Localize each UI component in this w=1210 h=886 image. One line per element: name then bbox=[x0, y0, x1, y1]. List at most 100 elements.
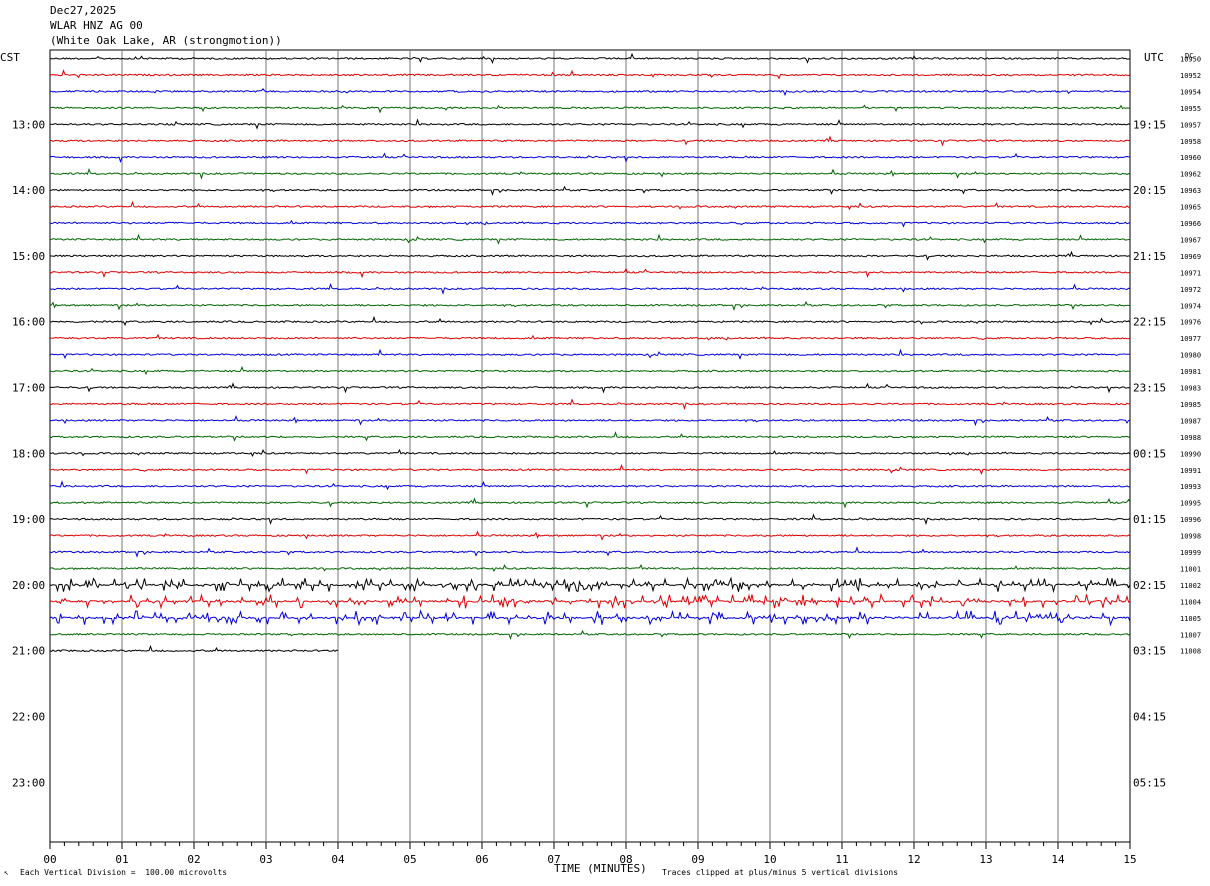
right-hour-label: 05:15 bbox=[1133, 776, 1166, 789]
dc-value: 10954 bbox=[1180, 88, 1201, 96]
x-tick-label: 14 bbox=[1051, 853, 1065, 866]
x-tick-label: 01 bbox=[115, 853, 128, 866]
x-tick-label: 06 bbox=[475, 853, 488, 866]
left-hour-label: 21:00 bbox=[12, 645, 45, 658]
x-tick-label: 02 bbox=[187, 853, 200, 866]
x-axis-title: TIME (MINUTES) bbox=[554, 862, 647, 875]
right-hour-label: 23:15 bbox=[1133, 382, 1166, 395]
dc-value: 11002 bbox=[1180, 582, 1201, 590]
dc-value: 10991 bbox=[1180, 467, 1201, 475]
trace-row bbox=[49, 629, 1131, 641]
right-hour-label: 01:15 bbox=[1133, 513, 1166, 526]
dc-value: 11004 bbox=[1180, 598, 1201, 606]
trace-row bbox=[49, 185, 1131, 196]
trace-row bbox=[49, 497, 1131, 509]
trace-row bbox=[49, 546, 1131, 558]
dc-value: 10958 bbox=[1180, 138, 1201, 146]
dc-value: 10998 bbox=[1180, 533, 1201, 541]
x-tick-label: 11 bbox=[835, 853, 848, 866]
dc-value: 10972 bbox=[1180, 286, 1201, 294]
dc-value: 10969 bbox=[1180, 253, 1201, 261]
x-tick-label: 09 bbox=[691, 853, 704, 866]
right-hour-label: 21:15 bbox=[1133, 250, 1166, 263]
dc-value: 10988 bbox=[1180, 434, 1201, 442]
scale-note-marker: ↖ bbox=[4, 868, 9, 877]
dc-value: 11001 bbox=[1180, 565, 1201, 573]
trace-row bbox=[49, 513, 1131, 526]
dc-value: 11007 bbox=[1180, 631, 1201, 639]
trace-row bbox=[49, 200, 1131, 211]
right-zone-label: UTC bbox=[1144, 51, 1164, 64]
left-hour-label: 23:00 bbox=[12, 776, 45, 789]
trace-row bbox=[49, 398, 1131, 411]
trace-row bbox=[49, 382, 1131, 394]
trace-row bbox=[49, 283, 1131, 295]
trace-row bbox=[49, 564, 1131, 573]
trace-row bbox=[49, 365, 1131, 376]
left-hour-label: 18:00 bbox=[12, 447, 45, 460]
right-hour-label: 04:15 bbox=[1133, 711, 1166, 724]
x-tick-label: 04 bbox=[331, 853, 345, 866]
dc-value: 10999 bbox=[1180, 549, 1201, 557]
left-hour-label: 15:00 bbox=[12, 250, 45, 263]
left-zone-label: CST bbox=[0, 51, 20, 64]
trace-row bbox=[49, 530, 1131, 541]
dc-value: 10976 bbox=[1180, 319, 1201, 327]
scale-note: Each Vertical Division = 100.00 microvol… bbox=[20, 868, 228, 877]
clip-note: Traces clipped at plus/minus 5 vertical … bbox=[662, 868, 899, 877]
dc-value: 10950 bbox=[1180, 56, 1201, 64]
dc-value: 10996 bbox=[1180, 516, 1201, 524]
left-hour-label: 19:00 bbox=[12, 513, 45, 526]
helicorder-chart: 00 01 02 03 04 05 06 07 08 09 10 11 12 13 14 15CST UTC DC… bbox=[0, 49, 1201, 866]
trace-row bbox=[49, 348, 1131, 360]
trace-row bbox=[49, 592, 1131, 610]
dc-value: 10995 bbox=[1180, 500, 1201, 508]
x-tick-label: 10 bbox=[763, 853, 776, 866]
left-hour-label: 22:00 bbox=[12, 711, 45, 724]
left-hour-label: 16:00 bbox=[12, 316, 45, 329]
trace-row bbox=[49, 315, 1131, 327]
trace-row bbox=[49, 463, 1131, 475]
dc-value: 10981 bbox=[1180, 368, 1201, 376]
dc-value: 10962 bbox=[1180, 171, 1201, 179]
dc-value: 10993 bbox=[1180, 483, 1201, 491]
left-hour-label: 13:00 bbox=[12, 118, 45, 131]
right-hour-label: 02:15 bbox=[1133, 579, 1166, 592]
trace-row bbox=[50, 87, 1131, 97]
trace-row bbox=[49, 415, 1131, 427]
dc-value: 10990 bbox=[1180, 450, 1201, 458]
trace-row bbox=[49, 219, 1131, 228]
trace-row bbox=[49, 431, 1131, 442]
dc-value: 11008 bbox=[1180, 648, 1201, 656]
dc-value: 10980 bbox=[1180, 352, 1201, 360]
dc-value: 10965 bbox=[1180, 204, 1201, 212]
x-tick-label: 05 bbox=[403, 853, 416, 866]
trace-row bbox=[49, 250, 1131, 261]
x-tick-label: 00 bbox=[43, 853, 56, 866]
trace-row bbox=[49, 152, 1131, 164]
right-hour-label: 03:15 bbox=[1133, 645, 1166, 658]
dc-value: 10985 bbox=[1180, 401, 1201, 409]
dc-value: 10960 bbox=[1180, 154, 1201, 162]
trace-row bbox=[49, 135, 1131, 147]
trace-row bbox=[50, 333, 1131, 341]
x-tick-label: 13 bbox=[979, 853, 992, 866]
dc-value: 10977 bbox=[1180, 335, 1201, 343]
x-tick-label: 03 bbox=[259, 853, 272, 866]
left-hour-label: 17:00 bbox=[12, 382, 45, 395]
right-hour-label: 00:15 bbox=[1133, 447, 1166, 460]
dc-value: 10967 bbox=[1180, 236, 1201, 244]
dc-value: 10952 bbox=[1180, 72, 1201, 80]
trace-row bbox=[49, 480, 1131, 491]
trace-row bbox=[50, 118, 1131, 130]
right-hour-label: 22:15 bbox=[1133, 316, 1166, 329]
trace-row bbox=[49, 300, 1131, 312]
plot-frame bbox=[49, 49, 1131, 843]
trace-row bbox=[49, 448, 1131, 458]
right-hour-label: 20:15 bbox=[1133, 184, 1166, 197]
trace-row bbox=[49, 52, 1131, 64]
dc-value: 10963 bbox=[1180, 187, 1201, 195]
trace-row bbox=[50, 233, 1131, 245]
x-tick-label: 15 bbox=[1123, 853, 1136, 866]
right-hour-label: 19:15 bbox=[1133, 118, 1166, 131]
